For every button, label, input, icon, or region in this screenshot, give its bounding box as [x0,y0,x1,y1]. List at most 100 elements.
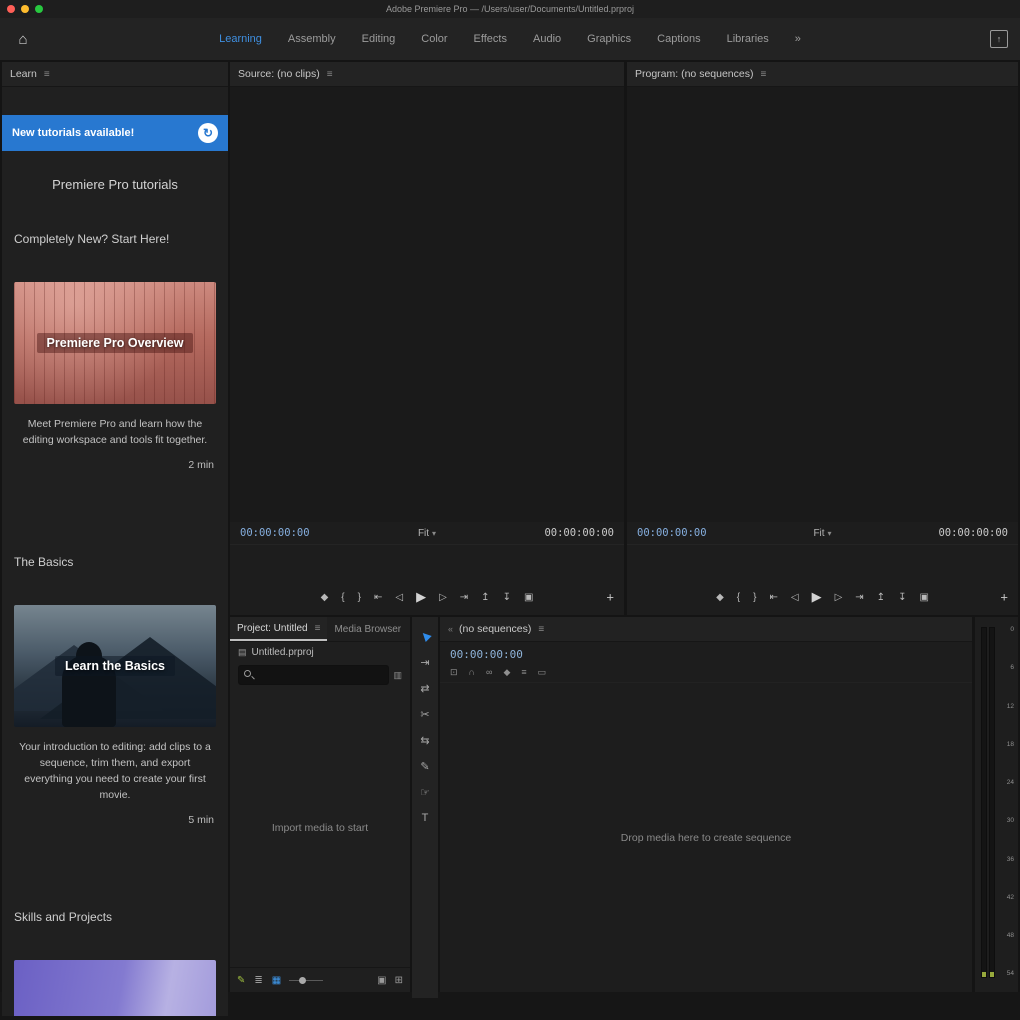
source-playhead-timecode[interactable]: 00:00:00:00 [240,527,310,539]
titlebar: Adobe Premiere Pro — /Users/user/Documen… [0,0,1020,18]
snap-icon[interactable]: ∩ [469,667,475,678]
lift-icon[interactable]: ↥ [877,592,885,603]
panel-menu-icon[interactable]: ≡ [327,69,333,80]
slip-tool[interactable]: ⇆ [412,727,438,753]
tab-project[interactable]: Project: Untitled ≡ [230,617,328,641]
ripple-edit-tool[interactable]: ⇄ [412,675,438,701]
refresh-glyph: ↻ [202,126,214,140]
extract-icon[interactable]: ↧ [503,592,511,603]
section-title-start-here: Completely New? Start Here! [14,232,170,246]
project-writable-icon[interactable]: ✎ [237,975,245,986]
workspace-tab-audio[interactable]: Audio [520,19,574,59]
step-back-icon[interactable]: ◁ [791,592,799,603]
source-zoom-level-select[interactable]: Fit ▾ [418,528,436,539]
play-icon[interactable]: ▶ [812,589,822,605]
new-tutorials-banner[interactable]: New tutorials available! ↻ [2,115,228,151]
workspace-tab-graphics[interactable]: Graphics [574,19,644,59]
quick-export-button[interactable]: ↑ [990,30,1008,48]
home-button[interactable]: ⌂ [0,18,46,60]
source-monitor-tab[interactable]: Source: (no clips) [238,68,320,80]
filter-bin-icon[interactable]: ▥ [393,670,402,681]
list-view-icon[interactable]: ≣ [254,975,262,986]
button-editor-button[interactable]: + [1000,590,1008,605]
source-scrub-bar[interactable] [230,544,624,579]
pen-tool[interactable]: ✎ [412,753,438,779]
slider-track [289,979,324,981]
selection-tool[interactable]: ▶ [412,623,438,649]
workspace-tab-captions[interactable]: Captions [644,19,713,59]
workspace-tab-color[interactable]: Color [408,19,460,59]
icon-view-icon[interactable]: ▦ [272,975,281,986]
razor-tool[interactable]: ✂ [412,701,438,727]
go-to-out-icon[interactable]: ⇥ [855,592,863,603]
step-back-icon[interactable]: ◁ [395,592,403,603]
panel-menu-icon[interactable]: ≡ [760,69,766,80]
export-frame-icon[interactable]: ▣ [524,592,533,603]
thumbnail-zoom-slider[interactable] [289,975,324,985]
banner-text: New tutorials available! [12,127,135,139]
workspace-tabs-overflow[interactable]: » [782,19,814,59]
go-to-in-icon[interactable]: ⇤ [374,592,382,603]
slider-thumb[interactable] [299,976,307,984]
search-field[interactable] [238,665,390,685]
lift-icon[interactable]: ↥ [481,592,489,603]
panel-menu-icon[interactable]: ≡ [538,624,544,635]
track-select-tool[interactable]: ⇥ [412,649,438,675]
minimize-window-button[interactable] [21,5,29,13]
close-window-button[interactable] [7,5,15,13]
refresh-icon[interactable]: ↻ [198,123,218,143]
add-marker-icon[interactable]: ◆ [503,667,510,678]
add-marker-icon[interactable]: ◆ [716,592,724,603]
tool-icon: ✎ [420,760,430,773]
workspace-tab-effects[interactable]: Effects [461,19,520,59]
go-to-in-icon[interactable]: ⇤ [769,592,777,603]
mark-out-icon[interactable]: } [753,592,756,603]
collapse-chevron-icon[interactable]: « [448,624,453,634]
workspace-tab-learning[interactable]: Learning [206,19,275,59]
tutorial-card-basics[interactable]: Learn the Basics Your introduction to ed… [14,604,216,826]
program-playhead-timecode[interactable]: 00:00:00:00 [637,527,707,539]
go-to-out-icon[interactable]: ⇥ [460,592,468,603]
mark-in-icon[interactable]: { [737,592,740,603]
mark-out-icon[interactable]: } [358,592,361,603]
program-scrub-bar[interactable] [627,544,1018,579]
workspace-tab-assembly[interactable]: Assembly [275,19,349,59]
project-empty-message: Import media to start [271,822,369,834]
learn-panel-tab[interactable]: Learn [10,68,37,80]
tab-media-browser[interactable]: Media Browser [327,617,408,641]
tutorial-card-overview[interactable]: Premiere Pro Overview Meet Premiere Pro … [14,282,216,471]
linked-selection-icon[interactable]: ∞ [486,667,492,678]
caption-track-icon[interactable]: ▭ [538,667,547,678]
program-monitor-tab[interactable]: Program: (no sequences) [635,68,753,80]
project-drop-zone[interactable]: Import media to start [230,689,410,967]
section-title-skills: Skills and Projects [14,909,113,924]
export-frame-icon[interactable]: ▣ [919,592,928,603]
timeline-drop-zone[interactable]: Drop media here to create sequence [440,683,972,992]
timeline-tab[interactable]: (no sequences) [459,623,531,635]
tool-icon: ▶ [418,628,433,643]
tutorial-card-skills[interactable] [14,959,216,1016]
play-icon[interactable]: ▶ [416,589,426,605]
panel-menu-icon[interactable]: ≡ [315,623,321,634]
tools-panel: ▶ ⇥ ⇄ ✂ ⇆ ✎ ☞ T [412,617,438,998]
new-item-icon[interactable]: ⊞ [395,975,403,986]
nest-toggle-icon[interactable]: ⊡ [450,667,458,678]
add-marker-icon[interactable]: ◆ [321,592,329,603]
workspace-tab-libraries[interactable]: Libraries [714,19,782,59]
zoom-window-button[interactable] [35,5,43,13]
program-zoom-level-select[interactable]: Fit ▾ [813,528,831,539]
step-forward-icon[interactable]: ▷ [835,592,843,603]
panel-menu-icon[interactable]: ≡ [44,69,50,80]
workspace-tab-editing[interactable]: Editing [349,19,409,59]
timeline-empty-message: Drop media here to create sequence [620,831,792,844]
display-settings-icon[interactable]: ≡ [521,667,526,678]
type-tool[interactable]: T [412,805,438,831]
new-bin-icon[interactable]: ▣ [377,975,386,986]
button-editor-button[interactable]: + [606,590,614,605]
search-input[interactable] [258,668,384,682]
extract-icon[interactable]: ↧ [898,592,906,603]
hand-tool[interactable]: ☞ [412,779,438,805]
timeline-timecode[interactable]: 00:00:00:00 [440,642,972,661]
mark-in-icon[interactable]: { [341,592,344,603]
step-forward-icon[interactable]: ▷ [439,592,447,603]
